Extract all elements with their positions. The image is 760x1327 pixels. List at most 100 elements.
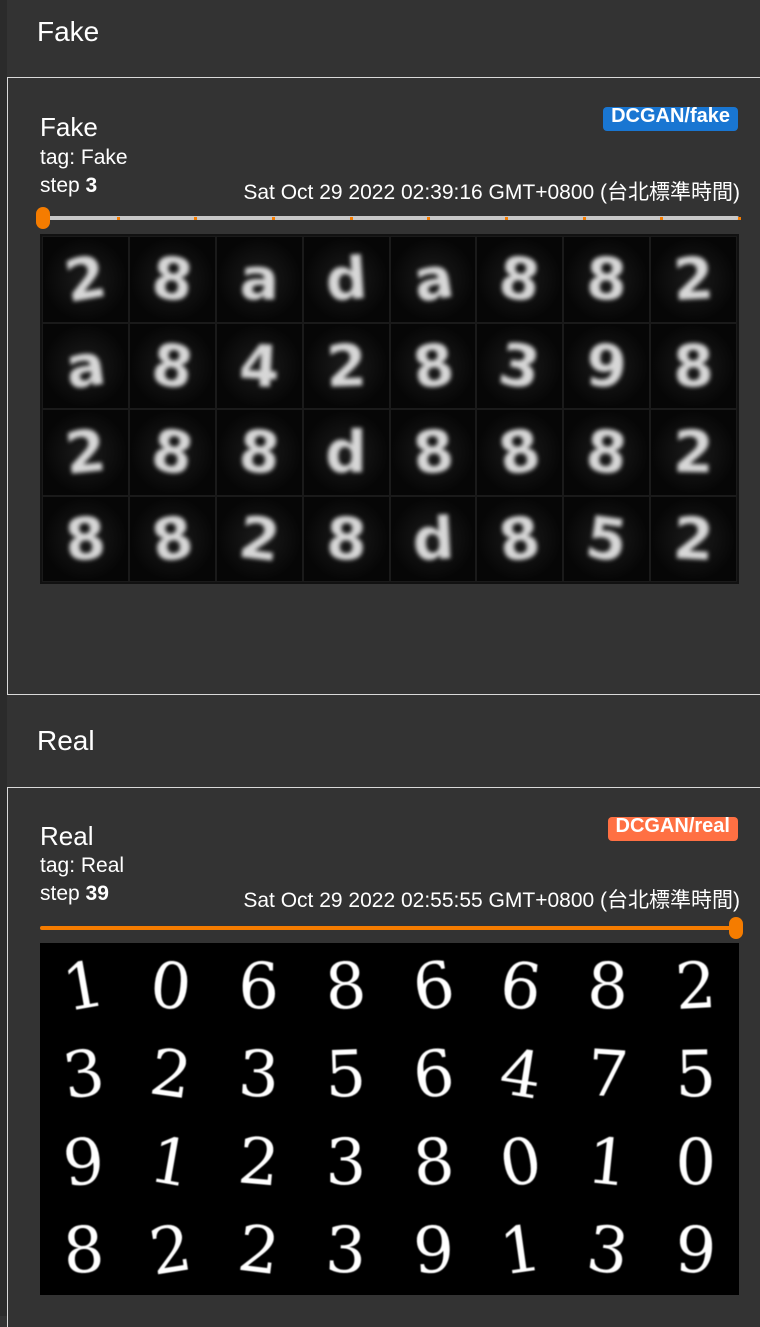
slider-tick [349,217,353,220]
section-header-real[interactable]: Real [7,705,760,786]
image-cell: 3 [477,323,563,408]
digit-image: 6 [408,1035,458,1115]
digit-image: 3 [58,1035,109,1115]
image-cell: 1 [40,943,128,1031]
image-cell: 8 [477,496,563,581]
step-slider-thumb[interactable] [36,207,50,229]
slider-tick [660,217,664,220]
image-cell: a [216,237,302,322]
image-cell: 2 [127,1031,215,1119]
image-cell: 8 [129,323,215,408]
digit-image: 8 [324,504,368,574]
image-cell: 3 [302,1119,390,1207]
image-cell: 8 [477,237,563,322]
digit-image: 2 [672,417,715,487]
image-cell: 3 [302,1207,390,1295]
digit-image: 8 [148,243,196,316]
image-cell: 8 [302,943,390,1031]
digit-image: 8 [147,502,198,576]
image-cell: 3 [40,1031,128,1119]
image-cell: 8 [216,410,302,495]
digit-image: 8 [146,415,199,490]
digit-image: 2 [145,1211,197,1291]
image-cell: 5 [302,1031,390,1119]
digit-image: 3 [494,329,546,403]
digit-image: 2 [61,416,110,489]
digit-image: 9 [410,1212,456,1290]
digit-image: 9 [673,1212,718,1290]
image-cell: 8 [390,323,476,408]
digit-image: d [410,503,456,574]
image-cell: 7 [564,1031,652,1119]
image-cell: 2 [214,1119,303,1207]
card-timestamp: Sat Oct 29 2022 02:55:55 GMT+0800 (台北標準時… [243,889,740,912]
image-cell: 8 [564,410,650,495]
image-cell: 5 [651,1031,739,1119]
card-title: Real [40,821,94,851]
image-cell: 4 [216,323,302,408]
left-edge [0,0,7,1316]
digit-image: 6 [495,947,546,1027]
image-cell: 2 [651,496,736,581]
image-cell: 8 [477,410,563,495]
step-slider-thumb[interactable] [729,917,743,939]
digit-image: 2 [671,503,716,574]
image-cell: 9 [40,1119,128,1207]
image-cell: a [390,237,476,322]
digit-image: 8 [409,416,456,488]
digit-image: 8 [236,416,283,488]
image-cell: 8 [43,496,128,581]
digit-image: a [61,329,110,403]
card-step: step 39 [40,882,109,905]
digit-image: 6 [237,949,280,1025]
digit-image: 9 [584,330,630,402]
section-header-fake[interactable]: Fake [7,0,760,76]
section-title: Fake [37,16,100,47]
digit-image: 8 [409,1124,457,1202]
image-cell: d [303,237,389,322]
digit-image: 0 [146,948,196,1026]
digit-image: a [408,242,458,316]
image-cell: 0 [651,1119,739,1207]
digit-image: 8 [583,416,631,489]
step-slider[interactable] [40,926,739,930]
image-cell: 6 [214,943,303,1031]
digit-image: 1 [57,947,111,1027]
image-cell: 2 [651,943,739,1031]
digit-image: 8 [62,503,108,575]
digit-image: 6 [407,947,460,1027]
card-title: Fake [40,112,98,142]
digit-image: 2 [233,1211,284,1291]
run-badge: DCGAN/fake [603,107,738,131]
image-cell: 2 [214,1207,303,1295]
image-cell: 1 [127,1119,215,1207]
step-slider[interactable] [40,216,741,220]
image-cell: 3 [214,1031,303,1119]
digit-image: 0 [494,1123,548,1203]
image-cell: 2 [127,1207,215,1295]
image-cell: 8 [390,410,476,495]
image-cell: 4 [476,1031,565,1119]
digit-image: 2 [671,244,716,315]
digit-image: 8 [586,949,630,1025]
slider-tick [427,217,431,220]
image-card-fake: DCGAN/fake Fake tag: Fake step 3 Sat Oct… [7,77,760,695]
card-step: step 3 [40,174,98,197]
slider-tick [194,217,198,220]
image-cell: 9 [651,1207,739,1295]
image-cell: 2 [216,496,302,581]
image-cell: a [43,323,128,408]
slider-tick [272,217,275,220]
section-title: Real [37,725,95,756]
digit-image: 8 [495,502,545,576]
image-cell: d [390,496,476,581]
digit-image: 0 [674,1125,717,1201]
digit-image: 1 [495,1211,546,1291]
image-card-real: DCGAN/real Real tag: Real step 39 Sat Oc… [7,787,760,1327]
digit-image: 2 [324,331,368,401]
digit-image: 1 [144,1123,198,1203]
card-tag: tag: Real [40,854,125,877]
run-badge: DCGAN/real [607,817,738,841]
image-cell: 9 [389,1207,477,1295]
digit-image: 8 [408,329,458,402]
